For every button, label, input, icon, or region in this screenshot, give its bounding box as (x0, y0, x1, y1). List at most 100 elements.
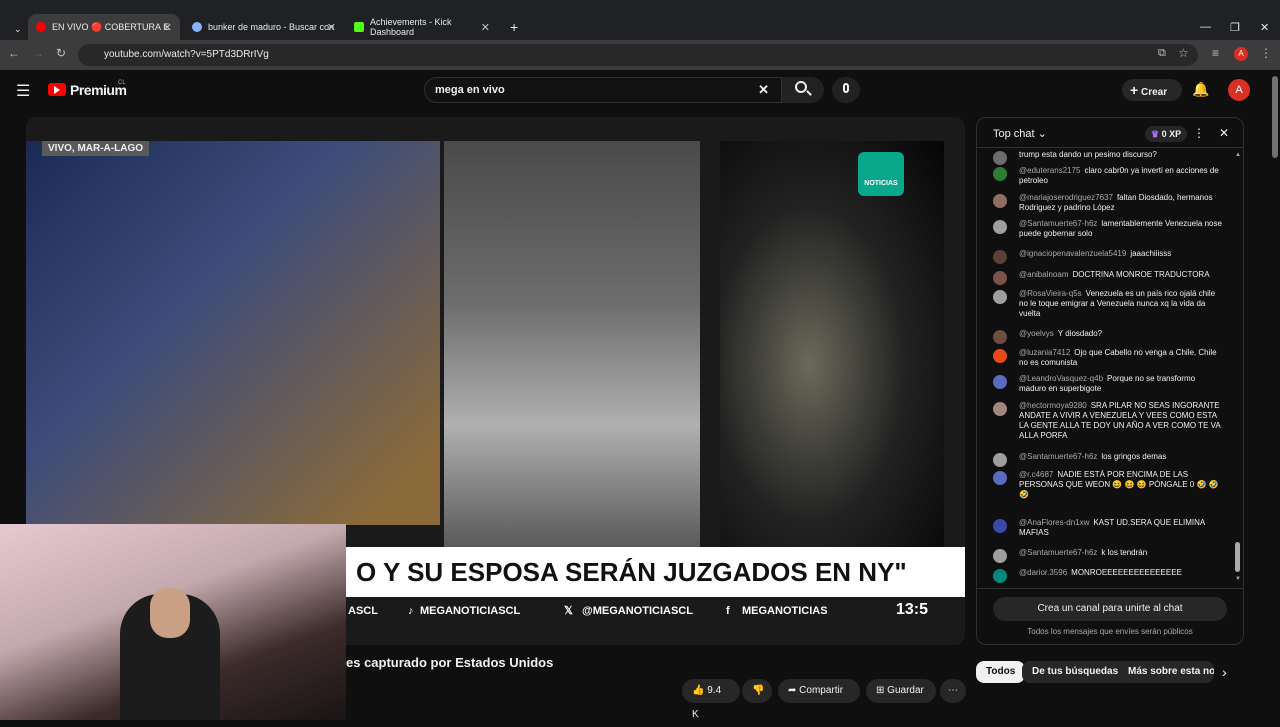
minimize-icon[interactable]: — (1192, 16, 1211, 38)
close-window-icon[interactable]: ✕ (1252, 16, 1269, 38)
google-favicon-icon (192, 22, 202, 32)
chat-avatar[interactable] (993, 549, 1007, 563)
region-code: CL (118, 80, 126, 86)
chat-message[interactable]: @AnaFlores-dn1xw KAST UD.SERA QUE ELIMINA… (993, 518, 1223, 538)
chip-all[interactable]: Todos (976, 661, 1026, 683)
chat-username[interactable]: @Santamuerte67-h6z (1019, 548, 1097, 557)
chat-username[interactable]: @RosaVieira-q5s (1019, 289, 1082, 298)
chat-message[interactable]: @darior.3596 MONROEEEEEEEEEEEEEEE (993, 568, 1223, 583)
chat-message[interactable]: @Santamuerte67-h6z lamentablemente Venezu… (993, 219, 1223, 239)
chat-username[interactable]: @eduterans2175 (1019, 166, 1081, 175)
close-tab-icon[interactable]: ✕ (327, 21, 336, 34)
xp-value: 0 XP (1161, 129, 1182, 139)
search-button[interactable] (782, 77, 824, 103)
chat-avatar[interactable] (993, 220, 1007, 234)
chat-avatar[interactable] (993, 471, 1007, 485)
video-panel-night-city (720, 141, 944, 547)
chat-avatar[interactable] (993, 194, 1007, 208)
chat-message[interactable]: @yoelvys Y diosdado? (993, 329, 1223, 344)
reload-icon[interactable]: ↻ (56, 46, 66, 60)
chat-message-body: @r.c4687 NADIE ESTÁ POR ENCIMA DE LAS PER… (1019, 470, 1223, 500)
browser-menu-icon[interactable]: ⋮ (1260, 46, 1272, 60)
bookmark-star-icon[interactable]: ☆ (1178, 46, 1189, 60)
tab-kick-dashboard[interactable]: Achievements - Kick Dashboard ✕ (346, 16, 498, 38)
youtube-avatar[interactable]: A (1228, 79, 1250, 101)
dislike-button[interactable]: 👎 (742, 679, 772, 703)
voice-search-button[interactable] (832, 77, 860, 103)
browser-profile-avatar[interactable]: A (1234, 47, 1248, 61)
tab-search-icon[interactable]: ⌄ (6, 18, 22, 40)
tab-bunker-search[interactable]: bunker de maduro - Buscar con ✕ (184, 16, 344, 38)
chat-username[interactable]: @yoelvys (1019, 329, 1054, 338)
back-icon[interactable]: ← (8, 46, 20, 60)
chat-message[interactable]: @r.c4687 NADIE ESTÁ POR ENCIMA DE LAS PER… (993, 470, 1223, 500)
chat-message[interactable]: @mariajoserodriguez7637 faltan Diosdado, … (993, 193, 1223, 213)
chat-username[interactable]: @Santamuerte67-h6z (1019, 219, 1097, 228)
chat-username[interactable]: @AnaFlores-dn1xw (1019, 518, 1089, 527)
chat-username[interactable]: @mariajoserodriguez7637 (1019, 193, 1113, 202)
chat-username[interactable]: @darior.3596 (1019, 568, 1067, 577)
chat-username[interactable]: @luzania7412 (1019, 348, 1070, 357)
chat-avatar[interactable] (993, 330, 1007, 344)
chat-avatar[interactable] (993, 519, 1007, 533)
scroll-up-icon[interactable]: ▲ (1235, 152, 1241, 158)
media-controls-icon[interactable]: ≡ (1212, 46, 1219, 60)
chat-message[interactable]: @ignaciopenavalenzuela5419 jaaachiiisss (993, 249, 1223, 264)
clear-search-icon[interactable]: ✕ (758, 78, 769, 102)
chat-avatar[interactable] (993, 250, 1007, 264)
chat-message-body: @eduterans2175 claro cabr0n ya inverti en… (1019, 166, 1223, 186)
chat-avatar[interactable] (993, 290, 1007, 304)
create-button[interactable]: + Crear (1122, 79, 1182, 101)
chat-message[interactable]: @eduterans2175 claro cabr0n ya inverti en… (993, 166, 1223, 186)
chat-text: trump esta dando un pesimo discurso? (1019, 150, 1157, 159)
create-channel-button[interactable]: Crea un canal para unirte al chat (993, 597, 1227, 621)
tab-active-live[interactable]: EN VIVO 🔴 COBERTURA E ✕ (28, 14, 180, 40)
chat-message[interactable]: @luzania7412 Ojo que Cabello no venga a C… (993, 348, 1223, 368)
chat-username[interactable]: @r.c4687 (1019, 470, 1053, 479)
chat-message[interactable]: @anibalnoam DOCTRINA MONROE TRADUCTORA (993, 270, 1223, 285)
chat-mode-dropdown[interactable]: Top chat ⌄ (993, 127, 1047, 140)
save-button[interactable]: ⊞ Guardar (866, 679, 936, 703)
notifications-bell-icon[interactable]: 🔔 (1192, 81, 1209, 98)
chat-message[interactable]: @Santamuerte67-h6z los gringos demas (993, 452, 1223, 467)
like-button[interactable]: 👍 9.4 K (682, 679, 740, 720)
close-chat-icon[interactable]: ✕ (1219, 126, 1229, 140)
new-tab-button[interactable]: + (502, 16, 518, 38)
chat-menu-icon[interactable]: ⋮ (1193, 126, 1205, 140)
chat-avatar[interactable] (993, 453, 1007, 467)
chat-username[interactable]: @Santamuerte67-h6z (1019, 452, 1097, 461)
chip-more-about[interactable]: Más sobre esta not (1118, 661, 1214, 683)
install-app-icon[interactable]: ⧉ (1158, 47, 1166, 60)
chevron-right-icon[interactable]: › (1222, 664, 1227, 680)
chat-avatar[interactable] (993, 167, 1007, 181)
share-button[interactable]: ➦ Compartir (778, 679, 860, 703)
chip-from-searches[interactable]: De tus búsquedas (1022, 661, 1129, 683)
chat-message[interactable]: @Santamuerte67-h6z k los tendrán (993, 548, 1223, 563)
chat-scrollbar-thumb[interactable] (1235, 542, 1240, 572)
close-tab-icon[interactable]: ✕ (481, 21, 490, 34)
more-actions-button[interactable]: ⋯ (940, 679, 966, 703)
close-tab-icon[interactable]: ✕ (163, 21, 172, 34)
chat-avatar[interactable] (993, 271, 1007, 285)
chat-message[interactable]: @hectormoya9280 SRA PILAR NO SEAS INGORAN… (993, 401, 1223, 441)
chat-username[interactable]: @anibalnoam (1019, 270, 1068, 279)
chat-message[interactable]: @RosaVieira-q5s Venezuela es un país rico… (993, 289, 1223, 319)
url-field[interactable]: youtube.com/watch?v=5PTd3DRrIVg (78, 44, 1198, 66)
chat-avatar[interactable] (993, 151, 1007, 165)
forward-icon[interactable]: → (32, 46, 44, 60)
chat-avatar[interactable] (993, 402, 1007, 416)
chat-username[interactable]: @LeandroVasquez-q4b (1019, 374, 1103, 383)
scroll-down-icon[interactable]: ▼ (1235, 576, 1241, 582)
chat-message[interactable]: trump esta dando un pesimo discurso? (993, 150, 1223, 165)
xp-badge[interactable]: ♛ 0 XP (1145, 126, 1188, 142)
maximize-icon[interactable]: ❐ (1222, 16, 1240, 38)
chat-avatar[interactable] (993, 349, 1007, 363)
chat-username[interactable]: @hectormoya9280 (1019, 401, 1087, 410)
page-scrollbar-thumb[interactable] (1272, 76, 1278, 158)
hamburger-menu-icon[interactable]: ☰ (16, 81, 30, 101)
chat-avatar[interactable] (993, 569, 1007, 583)
chat-avatar[interactable] (993, 375, 1007, 389)
chat-message[interactable]: @LeandroVasquez-q4b Porque no se transfor… (993, 374, 1223, 394)
chat-username[interactable]: @ignaciopenavalenzuela5419 (1019, 249, 1126, 258)
search-input[interactable]: mega en vivo ✕ (424, 77, 782, 103)
